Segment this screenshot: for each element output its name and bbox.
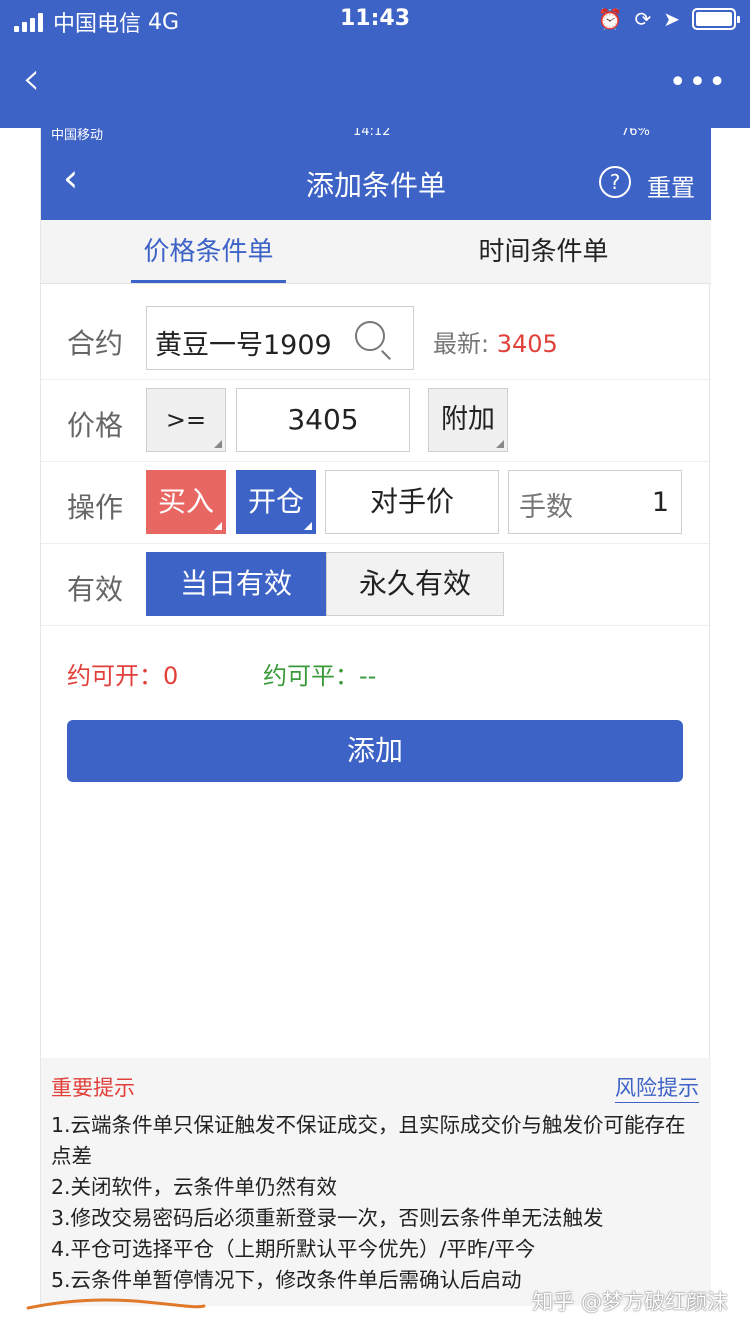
- validity-row: 有效 当日有效 永久有效: [41, 544, 711, 626]
- operation-label: 操作: [67, 491, 124, 524]
- inner-status-bar: 中国移动 14:12 76%: [41, 128, 711, 142]
- quantity-input[interactable]: 手数 1: [508, 470, 682, 534]
- list-item: 4.平仓可选择平仓（上期所默认平今优先）/平昨/平今: [51, 1237, 536, 1261]
- contract-row: 合约 黄豆一号1909 最新: 3405: [41, 298, 711, 380]
- risk-notice-link[interactable]: 风险提示: [615, 1072, 699, 1103]
- comparator-value: >=: [165, 406, 207, 434]
- inner-app-screen: 中国移动 14:12 76% ‹ 添加条件单 ? 重置 价格条件单 时间条件单 …: [40, 128, 711, 1306]
- inner-time: 14:12: [353, 128, 391, 139]
- price-input[interactable]: 3405: [236, 388, 410, 452]
- inner-carrier: 中国移动: [51, 128, 104, 142]
- validity-label: 有效: [67, 573, 124, 606]
- dropdown-corner-icon: [214, 522, 222, 530]
- contract-input[interactable]: 黄豆一号1909: [146, 306, 414, 370]
- list-item: 3.修改交易密码后必须重新登录一次，否则云条件单无法触发: [51, 1206, 604, 1230]
- back-chevron-icon[interactable]: ‹: [22, 54, 40, 102]
- available-close-label: 约可平：: [263, 662, 359, 690]
- direction-select[interactable]: 买入: [146, 470, 226, 534]
- tab-time-condition[interactable]: 时间条件单: [376, 220, 711, 283]
- notice-list: 1.云端条件单只保证触发不保证成交，且实际成交价与触发价可能存在点差 2.关闭软…: [51, 1110, 691, 1296]
- dropdown-corner-icon: [496, 440, 504, 448]
- available-open-label: 约可开：: [67, 662, 163, 690]
- battery-icon: [692, 8, 740, 30]
- addon-label: 附加: [441, 404, 495, 435]
- price-type-select[interactable]: 对手价: [325, 470, 499, 534]
- latest-value: 3405: [496, 330, 558, 358]
- latest-label: 最新:: [433, 330, 490, 358]
- available-close-value: --: [359, 662, 377, 690]
- location-icon: ➤: [663, 7, 680, 31]
- dropdown-corner-icon: [214, 440, 222, 448]
- notice-title: 重要提示: [51, 1076, 135, 1100]
- validity-forever-button[interactable]: 永久有效: [326, 552, 504, 616]
- addon-select[interactable]: 附加: [428, 388, 508, 452]
- contract-value: 黄豆一号1909: [155, 330, 332, 361]
- annotation-stroke: [26, 1298, 206, 1310]
- reset-button[interactable]: 重置: [647, 168, 695, 203]
- quantity-value: 1: [651, 487, 669, 518]
- inner-battery: 76%: [621, 128, 650, 139]
- latest-price: 最新: 3405: [433, 324, 558, 359]
- price-row: 价格 >= 3405 附加: [41, 380, 711, 462]
- rotation-lock-icon: ⟳: [634, 7, 652, 31]
- alarm-icon: ⏰: [597, 7, 623, 31]
- list-item: 2.关闭软件，云条件单仍然有效: [51, 1175, 338, 1199]
- available-open: 约可开：0: [67, 656, 178, 691]
- available-open-value: 0: [163, 662, 179, 690]
- list-item: 1.云端条件单只保证触发不保证成交，且实际成交价与触发价可能存在点差: [51, 1113, 686, 1168]
- tab-price-condition[interactable]: 价格条件单: [41, 220, 376, 283]
- outer-nav-bar: ‹ •••: [0, 40, 750, 128]
- dropdown-corner-icon: [304, 522, 312, 530]
- order-type-tabs: 价格条件单 时间条件单: [41, 220, 711, 284]
- offset-value: 开仓: [247, 485, 304, 518]
- watermark: 知乎 @梦方破红颜沫: [532, 1290, 728, 1314]
- help-icon[interactable]: ?: [599, 166, 631, 198]
- direction-value: 买入: [157, 485, 214, 518]
- more-icon[interactable]: •••: [669, 68, 728, 98]
- available-close: 约可平：--: [263, 656, 376, 691]
- price-label: 价格: [67, 409, 124, 442]
- operation-row: 操作 买入 开仓 对手价 手数 1: [41, 462, 711, 544]
- search-icon[interactable]: [355, 321, 385, 351]
- contract-label: 合约: [67, 327, 124, 360]
- outer-status-bar: 中国电信 4G 11:43 ⏰ ⟳ ➤: [0, 0, 750, 40]
- important-notice: 重要提示 风险提示 1.云端条件单只保证触发不保证成交，且实际成交价与触发价可能…: [41, 1058, 711, 1306]
- add-button[interactable]: 添加: [67, 720, 683, 782]
- inner-nav-bar: ‹ 添加条件单 ? 重置: [41, 142, 711, 220]
- offset-select[interactable]: 开仓: [236, 470, 316, 534]
- quantity-label: 手数: [519, 492, 573, 523]
- comparator-select[interactable]: >=: [146, 388, 226, 452]
- validity-today-button[interactable]: 当日有效: [146, 552, 326, 616]
